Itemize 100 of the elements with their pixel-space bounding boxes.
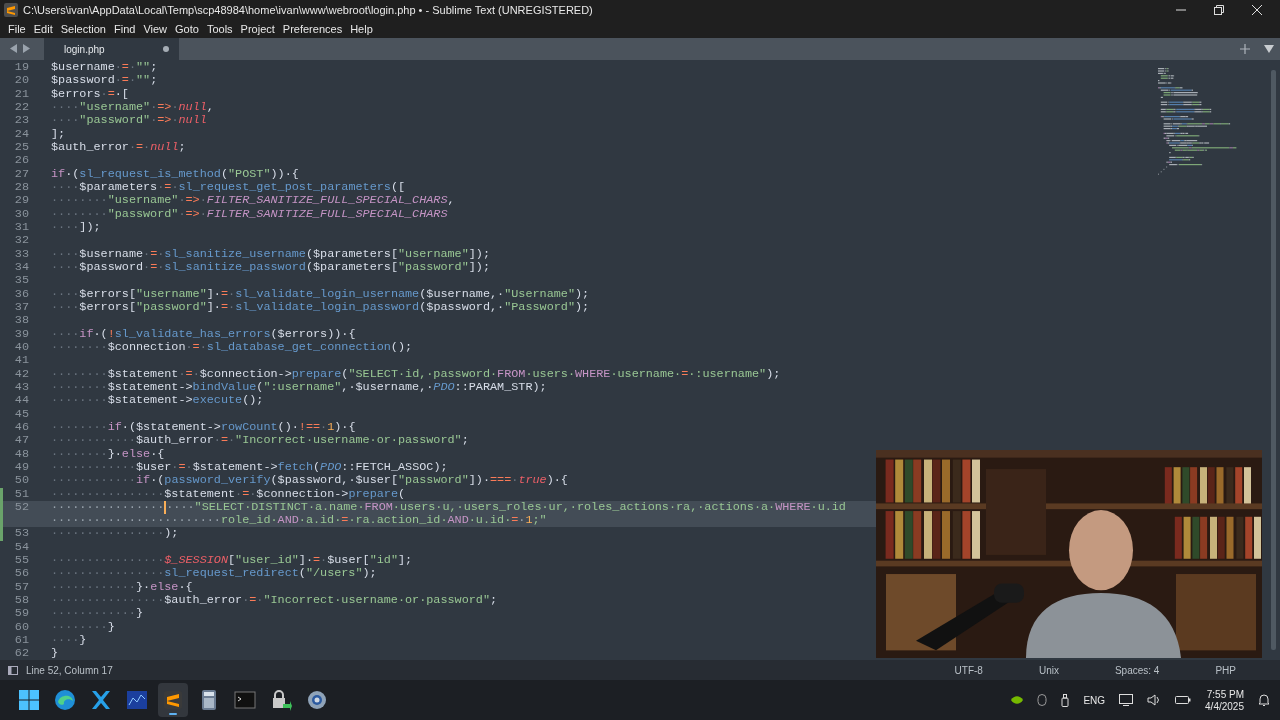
whitespace-dots: ················ [51,593,165,608]
whitespace-dots: ···· [51,113,80,128]
operator-token: = [150,246,158,261]
code-text: } [107,619,115,634]
string-token: "password" [107,206,179,221]
function-token: sl_request_is_method [79,166,221,181]
operator-token: !== [298,419,321,434]
string-token: "Incorrect·username·or·password" [263,593,490,608]
monitor-icon[interactable] [1119,694,1134,706]
menu-item[interactable]: Find [109,22,140,35]
string-token: "username" [107,193,179,208]
string-token: "password" [79,113,151,128]
whitespace-dots: ········ [51,206,108,221]
menu-item[interactable]: Selection [56,22,110,35]
whitespace-dots: · [128,73,136,88]
line-number: 32 [14,233,29,248]
code-text: (); [390,339,413,354]
whitespace-dots: · [171,459,179,474]
code-text: ])· [468,473,491,488]
string-token: "" [136,60,151,74]
string-token: "password" [136,299,207,314]
whitespace-dots: ···· [51,246,80,261]
mouse-icon[interactable] [1037,694,1048,706]
line-number: 53 [14,526,29,541]
line-number: 47 [14,433,29,448]
line-number: 62 [14,646,29,661]
menu-item[interactable]: File [4,22,30,35]
notification-bell-icon[interactable] [1258,693,1270,707]
clock-time[interactable]: 7:55 PM [1206,688,1244,700]
usb-drive-icon[interactable] [1061,693,1070,707]
code-text: ( [341,366,349,381]
volume-icon[interactable] [1147,694,1162,706]
menu-item[interactable]: Tools [202,22,237,35]
operator-token: => [185,193,200,208]
close-icon[interactable] [1252,4,1262,15]
status-item[interactable]: PHP [1187,664,1264,676]
whitespace-dots: ···· [51,326,80,341]
whitespace-dots: ········ [51,193,108,208]
function-token: sl_validate_login_username [235,286,420,301]
menu-item[interactable]: Edit [29,22,57,35]
taskbar-sublime-icon[interactable] [158,683,188,717]
operator-token: = [185,366,193,381]
variable-token: $statement [136,419,207,434]
code-text: ]); [468,246,491,261]
code-text: ]); [79,219,101,234]
whitespace-dots: ············ [51,579,136,594]
whitespace-dots: · [171,113,179,128]
code-text: ( [298,566,306,581]
operator-token: = [220,433,228,448]
whitespace-dots: ········ [51,393,108,408]
whitespace-dots: ···· [51,633,80,648]
whitespace-dots: · [199,206,207,221]
menu-item[interactable]: View [139,22,172,35]
code-text: ); [164,526,179,541]
gpu-icon[interactable] [1011,695,1024,705]
string-token: "password" [398,259,469,274]
menu-item[interactable]: Help [346,22,377,35]
plus-icon[interactable] [1240,44,1250,54]
back-icon[interactable] [10,44,18,53]
code-text: [ [128,299,136,314]
code-text: -> [277,366,292,381]
string-token: ·:username" [688,366,767,381]
forward-icon[interactable] [22,44,30,53]
line-number: 58 [14,593,29,608]
code-text: ·( [150,473,165,488]
code-text: [ [128,286,136,301]
whitespace-dots: ···· [51,100,80,114]
status-item[interactable]: UTF-8 [926,664,1011,676]
maximize-icon[interactable] [1214,4,1224,15]
whitespace-dots: ············ [51,473,136,488]
whitespace-dots: ········ [51,366,108,381]
string-token: ·a.id· [298,513,342,528]
whitespace-dots: · [249,486,257,501]
dropdown-icon[interactable] [1264,45,1274,53]
menu-item[interactable]: Project [236,22,279,35]
scrollbar-thumb[interactable] [1271,70,1276,650]
code-text: [ [228,553,236,568]
code-text: -> [178,393,193,408]
menu-item[interactable]: Preferences [278,22,347,35]
battery-icon[interactable] [1175,695,1192,705]
status-item[interactable]: Spaces: 4 [1086,664,1188,676]
language-indicator[interactable]: ENG [1083,694,1106,706]
whitespace-dots: · [143,259,151,274]
file-tab[interactable]: login.php [44,38,179,60]
string-token: "Password" [504,299,575,314]
variable-token: $auth_error [135,433,214,448]
whitespace-dots: ········ [51,379,108,394]
status-item[interactable]: Unix [1010,664,1087,676]
whitespace-dots: · [171,179,179,194]
keyword-token: WHERE [775,499,811,514]
variable-token: $password [79,259,144,274]
variable-token: $statement [107,393,179,408]
line-number: 46 [14,419,29,434]
whitespace-dots: · [228,433,236,448]
menu-item[interactable]: Goto [171,22,203,35]
clock-date[interactable]: 4/4/2025 [1205,700,1244,712]
code-text: ,· [490,286,505,301]
panel-toggle-icon[interactable] [8,665,18,675]
operator-token: = [178,459,186,474]
keyword-token: FROM [364,499,393,514]
